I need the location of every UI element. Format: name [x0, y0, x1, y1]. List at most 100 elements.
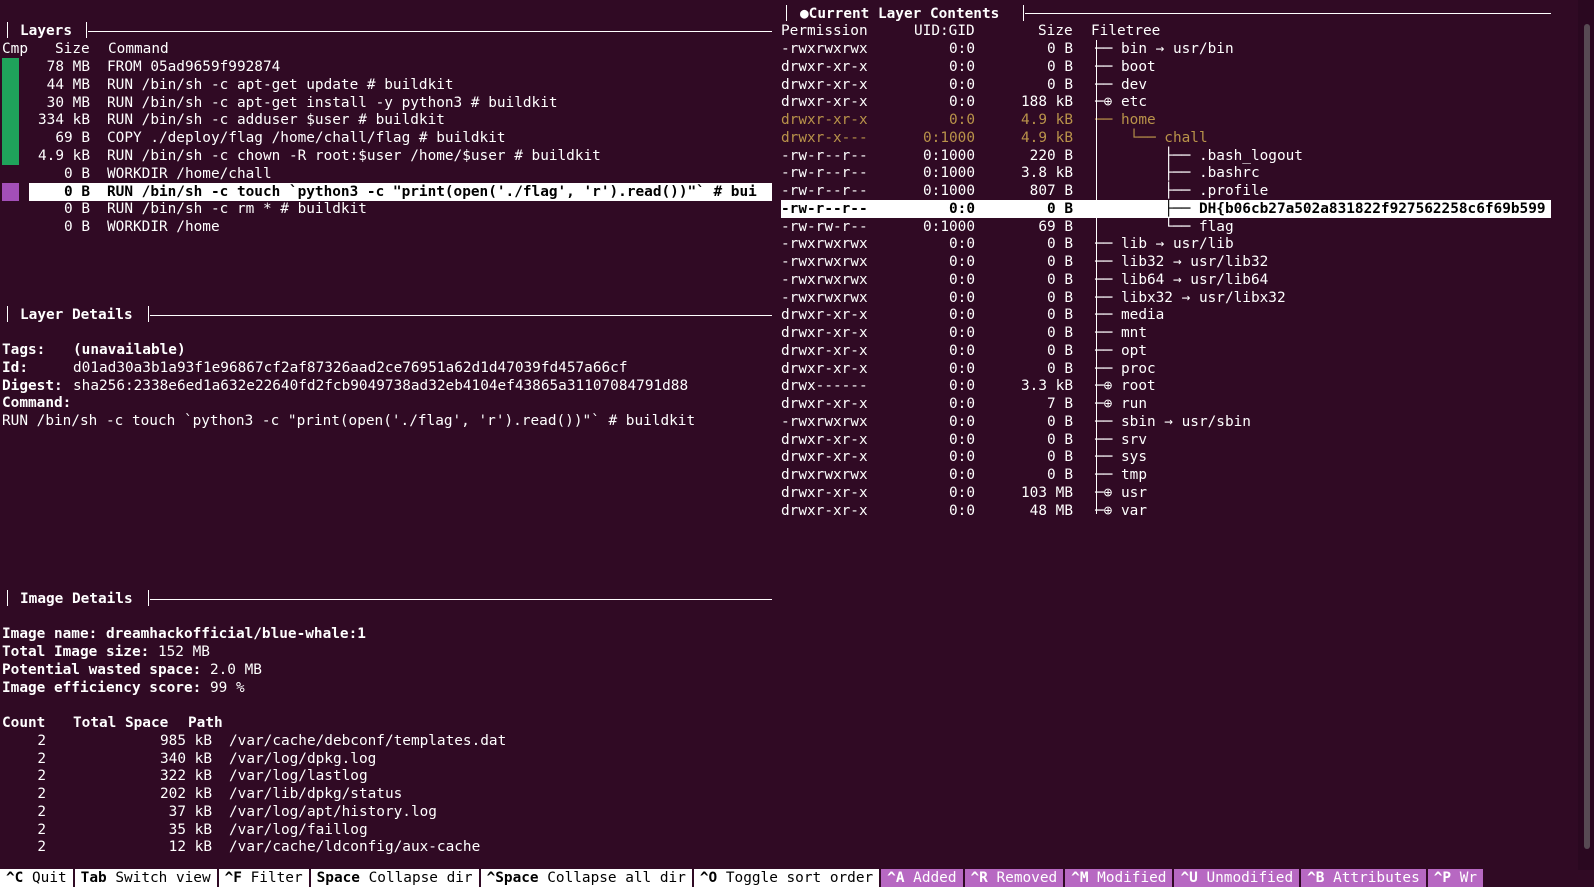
layer-row[interactable]: 4.9 kB RUN /bin/sh -c chown -R root:$user…: [29, 147, 601, 165]
file-name: ─⊕ run: [1095, 396, 1147, 412]
filetree-row[interactable]: -rw-r--r-- 0:0 0 B ├── DH{b06cb27a502a8318…: [781, 199, 1551, 218]
filetree-row[interactable]: drwxr-xr-x 0:0 4.9 kB ── home: [781, 111, 1156, 129]
file-permission: drwxrwxrwx: [781, 467, 868, 483]
file-permission: drwxr-xr-x: [781, 502, 868, 519]
filetree-row[interactable]: -rwxrwxrwx 0:0 0 B ── sbin → usr/sbin: [781, 413, 1251, 431]
filetree-row[interactable]: drwxr-xr-x 0:0 0 B ── proc: [781, 360, 1156, 378]
keybinding-filter[interactable]: ^F Filter: [218, 869, 309, 887]
filetree-row[interactable]: -rw-rw-r-- 0:1000 69 B └── flag: [781, 218, 1234, 236]
file-name: └── chall: [1095, 129, 1208, 146]
id-label: Id:: [2, 360, 28, 376]
filetree-row[interactable]: drwxr-xr-x 0:0 103 MB ─⊕ usr: [781, 484, 1147, 502]
file-uid-gid: 0:0: [949, 413, 975, 430]
wasted-path: /var/log/apt/history.log: [229, 803, 437, 820]
layer-cmp-bar: [2, 165, 19, 183]
filetree-row[interactable]: -rw-r--r-- 0:1000 220 B ├── .bash_logout: [781, 147, 1303, 165]
col-size: Size: [1038, 23, 1073, 39]
keybinding-attributes[interactable]: ^B Attributes: [1301, 869, 1426, 887]
wasted-count: 2: [37, 786, 46, 803]
filetree-row[interactable]: drwxr-xr-x 0:0 0 B ── dev: [781, 76, 1147, 94]
layer-row[interactable]: 30 MB RUN /bin/sh -c apt-get install -y p…: [29, 94, 558, 112]
keybinding-wr[interactable]: ^P Wr: [1427, 869, 1484, 887]
layer-size: 0 B: [64, 165, 90, 182]
file-uid-gid: 0:0: [949, 502, 975, 519]
layer-row[interactable]: 334 kB RUN /bin/sh -c adduser $user # bui…: [29, 111, 445, 129]
filetree-row[interactable]: drwxr-xr-x 0:0 188 kB ─⊕ etc: [781, 93, 1147, 111]
layer-size: 4.9 kB: [38, 148, 90, 164]
keybinding-quit[interactable]: ^C Quit: [0, 869, 73, 887]
scrollbar[interactable]: [1578, 0, 1594, 870]
keybinding-collapse-dir[interactable]: Space Collapse dir: [310, 869, 479, 887]
keybinding-switch-view[interactable]: Tab Switch view: [74, 869, 217, 887]
filetree-row[interactable]: drwxr-xr-x 0:0 0 B ── boot: [781, 58, 1156, 76]
file-name: ├── .bashrc: [1095, 165, 1260, 182]
file-name: ── home: [1095, 112, 1156, 128]
file-name: ─⊕ var: [1095, 502, 1147, 519]
file-size: 0 B: [1047, 200, 1073, 217]
filetree-row[interactable]: drwxr-xr-x 0:0 0 B ── media: [781, 306, 1164, 324]
layer-row[interactable]: 0 B RUN /bin/sh -c touch `python3 -c "pri…: [29, 182, 772, 201]
keybinding-label: Unmodified: [1206, 870, 1294, 886]
keybinding-collapse-all-dir[interactable]: ^Space Collapse all dir: [480, 869, 692, 887]
file-permission: drwxr-xr-x: [781, 484, 868, 501]
file-size: 0 B: [1047, 41, 1073, 57]
file-permission: drwxr-xr-x: [781, 449, 868, 466]
file-uid-gid: 0:0: [949, 289, 975, 306]
pane-border: [786, 5, 787, 21]
wasted-count: 2: [37, 768, 46, 785]
keybinding-modified[interactable]: ^M Modified: [1065, 869, 1173, 887]
filetree-guide: [1096, 40, 1097, 514]
filetree-row[interactable]: -rwxrwxrwx 0:0 0 B ── lib → usr/lib: [781, 235, 1234, 253]
scrollbar-thumb[interactable]: [1584, 24, 1590, 849]
file-name: ─⊕ etc: [1095, 94, 1147, 111]
filetree-row[interactable]: -rwxrwxrwx 0:0 0 B ── bin → usr/bin: [781, 40, 1234, 58]
keybinding-toggle-sort-order[interactable]: ^O Toggle sort order: [693, 869, 880, 887]
file-permission: drwxr-xr-x: [781, 396, 868, 412]
filetree-row[interactable]: drwx------ 0:0 3.3 kB ─⊕ root: [781, 377, 1156, 395]
filetree-row[interactable]: -rw-r--r-- 0:1000 807 B ├── .profile: [781, 182, 1268, 200]
keybinding-key: ^B: [1307, 870, 1325, 886]
filetree-row[interactable]: drwxr-xr-x 0:0 0 B ── srv: [781, 431, 1147, 449]
filetree-row[interactable]: drwxr-xr-x 0:0 48 MB ─⊕ var: [781, 502, 1147, 520]
layer-row[interactable]: 0 B RUN /bin/sh -c rm * # buildkit: [29, 200, 367, 218]
filetree-row[interactable]: drwxr-xr-x 0:0 0 B ── sys: [781, 448, 1147, 466]
pane-rule: [88, 31, 772, 32]
filetree-row[interactable]: drwxr-xr-x 0:0 7 B ─⊕ run: [781, 395, 1147, 413]
layer-cmp-bar: [2, 147, 19, 165]
keybinding-key: Tab: [80, 870, 107, 886]
filetree-row[interactable]: drwxr-x--- 0:1000 4.9 kB └── chall: [781, 129, 1208, 147]
keybinding-key: ^U: [1180, 870, 1198, 886]
layer-row[interactable]: 44 MB RUN /bin/sh -c apt-get update # bui…: [29, 76, 454, 94]
filetree-row[interactable]: drwxr-xr-x 0:0 0 B ── mnt: [781, 324, 1147, 342]
keybinding-removed[interactable]: ^R Removed: [964, 869, 1064, 887]
file-uid-gid: 0:0: [949, 484, 975, 501]
file-permission: drwxr-x---: [781, 129, 868, 146]
keybinding-label: Switch view: [115, 870, 211, 886]
layer-row[interactable]: 0 B WORKDIR /home/chall: [29, 165, 272, 183]
filetree-row[interactable]: -rwxrwxrwx 0:0 0 B ── lib64 → usr/lib64: [781, 271, 1268, 289]
filetree-row[interactable]: drwxrwxrwx 0:0 0 B ── tmp: [781, 466, 1147, 484]
filetree-row[interactable]: -rw-r--r-- 0:1000 3.8 kB ├── .bashrc: [781, 164, 1260, 182]
file-uid-gid: 0:0: [949, 325, 975, 341]
wasted-file-row: 2 340 kB/var/log/dpkg.log: [2, 750, 376, 768]
layer-row[interactable]: 0 B WORKDIR /home: [29, 218, 220, 236]
keybinding-label: Wr: [1459, 870, 1478, 886]
layer-row[interactable]: 78 MB FROM 05ad9659f992874: [29, 58, 281, 76]
file-name: ── boot: [1095, 58, 1156, 75]
pane-rule: [1025, 13, 1551, 14]
wasted-space: 322 kB: [160, 768, 212, 785]
keybinding-unmodified[interactable]: ^U Unmodified: [1174, 869, 1300, 887]
layer-size: 78 MB: [46, 59, 90, 75]
file-name: ── dev: [1095, 76, 1147, 93]
file-size: 7 B: [1047, 396, 1073, 412]
layer-cmp-bar: [2, 200, 19, 218]
keybinding-key: ^C: [6, 870, 24, 886]
filetree-row[interactable]: drwxr-xr-x 0:0 0 B ── opt: [781, 342, 1147, 360]
file-size: 807 B: [1029, 183, 1073, 199]
file-size: 0 B: [1047, 342, 1073, 359]
keybinding-added[interactable]: ^A Added: [881, 869, 963, 887]
layer-row[interactable]: 69 B COPY ./deploy/flag /home/chall/flag …: [29, 129, 505, 147]
filetree-row[interactable]: -rwxrwxrwx 0:0 0 B ── libx32 → usr/libx32: [781, 289, 1286, 307]
filetree-row[interactable]: -rwxrwxrwx 0:0 0 B ── lib32 → usr/lib32: [781, 253, 1268, 271]
file-permission: -rw-r--r--: [781, 183, 868, 199]
